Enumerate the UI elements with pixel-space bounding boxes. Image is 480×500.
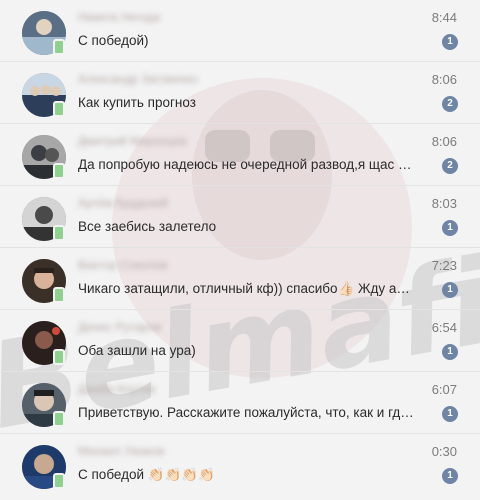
dialog-time: 6:54 — [431, 320, 457, 335]
dialog-message: С победой 👏🏻👏🏻👏🏻👏🏻 — [78, 467, 216, 482]
dialog-name: Александр Заговенко — [78, 72, 198, 86]
dialog-name: Михаил Ужаков — [78, 444, 165, 458]
dialog-row[interactable]: Денис Рутаров Оба зашли на ура) 6:54 1 — [0, 310, 480, 372]
unread-badge: 1 — [442, 344, 458, 360]
unread-badge: 1 — [442, 34, 458, 50]
dialog-message: Чикаго затащили, отличный кф)) спасибо👍🏻… — [78, 281, 414, 296]
dialog-message: Оба зашли на ура) — [78, 343, 196, 358]
mobile-online-icon — [53, 225, 65, 241]
dialog-message: Да попробую надеюсь не очередной развод,… — [78, 157, 414, 172]
mobile-online-icon — [53, 287, 65, 303]
dialog-row[interactable]: Михаил Ужаков С победой 👏🏻👏🏻👏🏻👏🏻 0:30 1 — [0, 434, 480, 496]
dialog-row[interactable]: Артём Брудский Все заебись залетело 8:03… — [0, 186, 480, 248]
dialog-time: 7:23 — [431, 258, 457, 273]
mobile-online-icon — [53, 163, 65, 179]
unread-badge: 1 — [442, 282, 458, 298]
dialog-name: Артём Брудский — [78, 196, 168, 210]
dialog-list: Никита Негода С победой) 8:44 1 Александ… — [0, 0, 480, 496]
dialog-row[interactable]: Дмитрий Миронцев Да попробую надеюсь не … — [0, 124, 480, 186]
dialog-row[interactable]: Виктор Соколов Чикаго затащили, отличный… — [0, 248, 480, 310]
dialog-time: 6:07 — [431, 382, 457, 397]
dialog-row[interactable]: Никита Негода С победой) 8:44 1 — [0, 0, 480, 62]
dialog-message: С победой) — [78, 33, 149, 48]
dialog-time: 0:30 — [431, 444, 457, 459]
dialog-time: 8:03 — [431, 196, 457, 211]
dialog-message: Приветствую. Расскажите пожалуйста, что,… — [78, 405, 414, 420]
unread-badge: 2 — [442, 96, 458, 112]
mobile-online-icon — [53, 39, 65, 55]
dialog-name: Дмитрий Миронцев — [78, 134, 187, 148]
mobile-online-icon — [53, 349, 65, 365]
mobile-online-icon — [53, 411, 65, 427]
dialog-message: Как купить прогноз — [78, 95, 196, 110]
mobile-online-icon — [53, 101, 65, 117]
mobile-online-icon — [53, 473, 65, 489]
dialog-time: 8:06 — [431, 72, 457, 87]
dialog-time: 8:44 — [431, 10, 457, 25]
unread-badge: 2 — [442, 158, 458, 174]
dialog-name: Денис Рутаров — [78, 320, 162, 334]
unread-badge: 1 — [442, 406, 458, 422]
dialog-name: Виктор Соколов — [78, 258, 168, 272]
dialog-time: 8:06 — [431, 134, 457, 149]
unread-badge: 1 — [442, 468, 458, 484]
unread-badge: 1 — [442, 220, 458, 236]
dialog-name: Никита Негода — [78, 10, 161, 24]
dialog-row[interactable]: Александр Заговенко Как купить прогноз 8… — [0, 62, 480, 124]
dialog-row[interactable]: Джаба Коутев Приветствую. Расскажите пож… — [0, 372, 480, 434]
dialog-message: Все заебись залетело — [78, 219, 217, 234]
dialog-name: Джаба Коутев — [78, 382, 156, 396]
